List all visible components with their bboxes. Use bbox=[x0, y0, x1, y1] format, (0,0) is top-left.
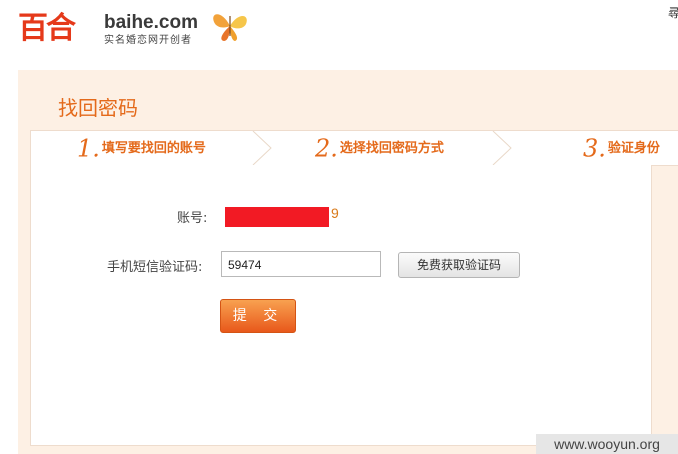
sms-code-input[interactable]: 59474 bbox=[221, 251, 381, 277]
sms-code-label: 手机短信验证码: bbox=[107, 260, 203, 275]
retrieve-password-panel: 找回密码 1.填写要找回的账号 2.选择找回密码方式 3.验证身份 账号: 1 … bbox=[18, 70, 678, 454]
account-value-suffix: 9 bbox=[331, 205, 339, 221]
page-title: 找回密码 bbox=[58, 96, 138, 120]
step-2-number: 2. bbox=[315, 134, 338, 163]
step-1: 1. 填写要找回的账号 bbox=[77, 131, 206, 165]
step-3-label: 验证身份 bbox=[607, 140, 660, 156]
step-3: 3. 验证身份 bbox=[583, 131, 660, 165]
step-3-number: 3. bbox=[583, 134, 606, 163]
account-label: 账号: bbox=[177, 211, 208, 226]
butterfly-icon bbox=[213, 14, 247, 41]
form-area: 账号: 1 9 手机短信验证码: 59474 免费获取验证码 提 交 bbox=[30, 165, 652, 446]
step-1-label: 填写要找回的账号 bbox=[101, 140, 206, 156]
submit-button[interactable]: 提 交 bbox=[220, 299, 296, 333]
logo-chinese-text: 百合 bbox=[18, 11, 76, 46]
get-code-button[interactable]: 免费获取验证码 bbox=[398, 252, 520, 278]
redacted-account-block bbox=[225, 207, 329, 227]
step-1-number: 1. bbox=[77, 134, 100, 163]
step-bar: 1. 填写要找回的账号 2. 选择找回密码方式 3. 验证身份 bbox=[30, 130, 678, 166]
logo-slogan: 实名婚恋网开创者 bbox=[104, 35, 192, 46]
header-corner-text[interactable]: 尋 bbox=[668, 4, 678, 21]
step-separator-arrow-icon bbox=[492, 131, 512, 165]
step-separator-arrow-icon bbox=[252, 131, 272, 165]
watermark: www.wooyun.org bbox=[536, 434, 678, 454]
step-2-label: 选择找回密码方式 bbox=[339, 140, 444, 156]
step-2: 2. 选择找回密码方式 bbox=[315, 131, 444, 165]
baihe-logo[interactable]: 百合 baihe.com 实名婚恋网开创者 bbox=[18, 6, 248, 56]
logo-english-text: baihe.com bbox=[104, 12, 198, 33]
